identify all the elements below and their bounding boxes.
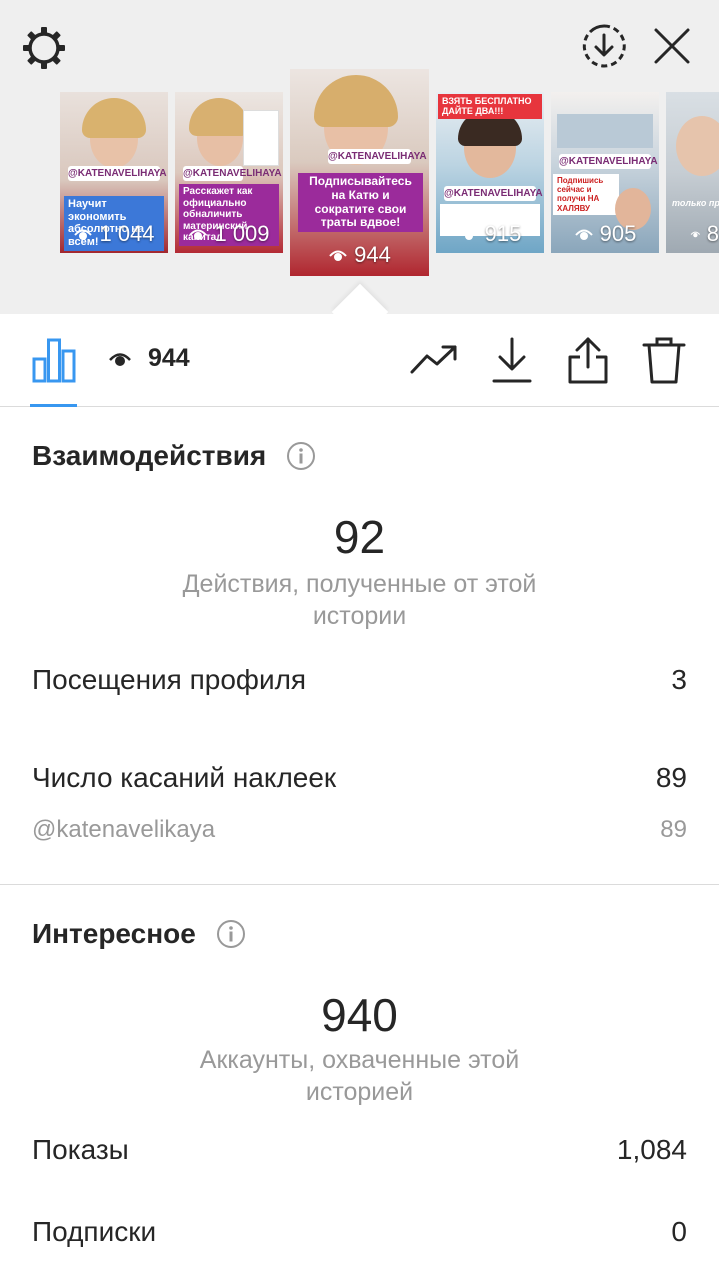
share-icon[interactable]: [564, 334, 612, 386]
story-banner: Подпишись сейчас и получи НА ХАЛЯВУ: [553, 174, 619, 215]
story-view-count: 944: [290, 242, 429, 268]
story-view-count: 1 044: [60, 221, 168, 247]
mention-sticker-row[interactable]: @katenavelikaya 89: [32, 816, 687, 844]
story-thumbnail[interactable]: ВЗЯТЬ БЕСПЛАТНО ДАЙТЕ ДВА!!! @KATENAVELI…: [436, 92, 544, 253]
story-banner: ВЗЯТЬ БЕСПЛАТНО ДАЙТЕ ДВА!!!: [438, 94, 542, 119]
close-icon[interactable]: [648, 20, 696, 72]
story-tag: @KATENAVELIHAYA: [328, 149, 427, 164]
row-label: Подписки: [32, 1216, 157, 1247]
story-view-count: 8: [666, 221, 719, 247]
eye-icon: [189, 229, 208, 240]
bar-chart-icon[interactable]: [30, 336, 78, 384]
story-thumbnail[interactable]: @KATENAVELIHAYA Подпишись сейчас и получ…: [551, 92, 659, 253]
story-tag: @KATENAVELIHAYA: [183, 166, 282, 181]
discovery-caption: Аккаунты, охваченные этой историей: [199, 1046, 520, 1106]
row-label: Число касаний наклеек: [32, 762, 337, 793]
info-icon[interactable]: [286, 441, 316, 471]
active-tab-indicator: [30, 404, 77, 407]
row-label: @katenavelikaya: [32, 816, 216, 843]
story-thumbnail[interactable]: @KATENAVELIHAYA Расскажет как официально…: [175, 92, 283, 253]
story-tag: @KATENAVELIHAYA: [559, 154, 658, 169]
section-divider: [0, 884, 719, 885]
row-label: Посещения профиля: [32, 664, 307, 695]
story-view-count: 1 009: [175, 221, 283, 247]
gear-icon[interactable]: [18, 22, 70, 74]
views-count: 944: [108, 344, 190, 373]
story-thumbnail[interactable]: @KATENAVELIHAYA Научит экономить абсолют…: [60, 92, 168, 253]
profile-visits-row: Посещения профиля 3: [32, 664, 687, 696]
eye-icon: [329, 250, 347, 261]
story-banner: Подписывайтесь на Катю и сократите свои …: [298, 173, 423, 233]
interactions-total: 92: [333, 511, 386, 563]
impressions-row: Показы 1,084: [32, 1134, 687, 1166]
info-icon[interactable]: [216, 919, 246, 949]
story-view-count: 915: [436, 221, 544, 247]
row-label: Показы: [32, 1134, 129, 1165]
eye-icon: [690, 231, 701, 238]
insights-toolbar: 944: [0, 314, 719, 407]
eye-icon: [109, 352, 131, 366]
row-value: 89: [660, 816, 687, 843]
views-value: 944: [148, 344, 190, 372]
row-value: 89: [655, 762, 687, 793]
trash-icon[interactable]: [640, 334, 688, 386]
interactions-caption: Действия, полученные от этой истории: [182, 570, 537, 630]
sticker-taps-row: Число касаний наклеек 89: [32, 762, 687, 794]
download-circle-icon[interactable]: [578, 20, 630, 72]
discovery-total: 940: [321, 989, 398, 1041]
story-thumbnail-selected[interactable]: @KATENAVELIHAYA Подписывайтесь на Катю и…: [290, 69, 429, 276]
story-tag: @KATENAVELIHAYA: [444, 186, 543, 201]
discovery-section-title: Интересное: [32, 918, 246, 950]
download-icon[interactable]: [488, 334, 536, 386]
story-thumbnail[interactable]: только про 8: [666, 92, 719, 253]
story-view-count: 905: [551, 221, 659, 247]
stories-strip: @KATENAVELIHAYA Научит экономить абсолют…: [0, 0, 719, 341]
story-banner: только про: [672, 198, 719, 208]
interactions-section-title: Взаимодействия: [32, 440, 316, 472]
eye-icon: [574, 229, 593, 240]
eye-icon: [459, 229, 478, 240]
follows-row: Подписки 0: [32, 1216, 687, 1248]
row-value: 3: [671, 664, 687, 695]
eye-icon: [74, 229, 93, 240]
story-tag: @KATENAVELIHAYA: [68, 166, 167, 181]
row-value: 0: [671, 1216, 687, 1247]
row-value: 1,084: [616, 1134, 687, 1165]
trend-icon[interactable]: [408, 336, 460, 384]
